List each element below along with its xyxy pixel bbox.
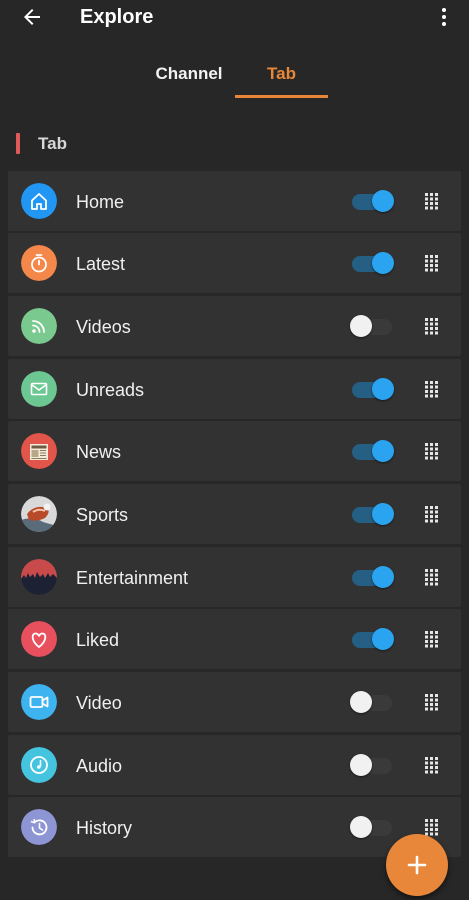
drag-handle-icon[interactable]	[422, 693, 440, 711]
list-item-label: Latest	[76, 254, 126, 274]
app-bar: Explore	[0, 0, 469, 38]
list-item-audio[interactable]: Audio	[8, 735, 461, 795]
list-item-label: Entertainment	[76, 568, 189, 588]
add-button[interactable]	[386, 834, 448, 896]
sports-photo-icon	[21, 496, 57, 532]
stopwatch-icon	[21, 245, 57, 281]
active-tab-indicator	[235, 95, 328, 98]
list-item-videos[interactable]: Videos	[8, 296, 461, 356]
list-item-label: Audio	[76, 756, 123, 776]
drag-handle-icon[interactable]	[422, 380, 440, 398]
section-label: Tab	[38, 134, 67, 153]
drag-handle-icon[interactable]	[422, 192, 440, 210]
list-item-video[interactable]: Video	[8, 672, 461, 732]
list-item-sports[interactable]: Sports	[8, 484, 461, 544]
drag-handle-icon[interactable]	[422, 756, 440, 774]
liked-toggle[interactable]	[350, 627, 394, 651]
list-item-label: Home	[76, 192, 125, 212]
list-item-label: Liked	[76, 630, 120, 650]
list-item-liked[interactable]: Liked	[8, 609, 461, 669]
more-vert-icon[interactable]	[432, 5, 456, 29]
drag-handle-icon[interactable]	[422, 254, 440, 272]
history-icon	[21, 809, 57, 845]
audio-toggle[interactable]	[350, 753, 394, 777]
video-toggle[interactable]	[350, 690, 394, 714]
latest-toggle[interactable]	[350, 251, 394, 275]
section-accent-bar	[16, 133, 20, 154]
home-toggle[interactable]	[350, 189, 394, 213]
list-item-label: Video	[76, 693, 122, 713]
tab-bar: Channel Tab	[0, 56, 469, 100]
drag-handle-icon[interactable]	[422, 818, 440, 836]
plus-icon	[407, 855, 427, 875]
rss-icon	[21, 308, 57, 344]
drag-handle-icon[interactable]	[422, 505, 440, 523]
heart-icon	[21, 621, 57, 657]
drag-handle-icon[interactable]	[422, 568, 440, 586]
videos-toggle[interactable]	[350, 314, 394, 338]
list-item-news[interactable]: News	[8, 421, 461, 481]
list-item-home[interactable]: Home	[8, 171, 461, 231]
tab-tab[interactable]: Tab	[235, 64, 328, 84]
list-item-label: History	[76, 818, 133, 838]
drag-handle-icon[interactable]	[422, 317, 440, 335]
list-item-label: Videos	[76, 317, 131, 337]
page-title: Explore	[80, 6, 154, 28]
list-item-label: News	[76, 442, 122, 462]
tab-channel[interactable]: Channel	[140, 64, 238, 84]
newspaper-icon	[21, 433, 57, 469]
list-item-label: Sports	[76, 505, 129, 525]
entertainment-toggle[interactable]	[350, 565, 394, 589]
list-item-unreads[interactable]: Unreads	[8, 359, 461, 419]
list-item-entertainment[interactable]: Entertainment	[8, 547, 461, 607]
music-disc-icon	[21, 747, 57, 783]
news-toggle[interactable]	[350, 439, 394, 463]
concert-crowd-icon	[21, 559, 57, 595]
unreads-toggle[interactable]	[350, 377, 394, 401]
list-item-latest[interactable]: Latest	[8, 233, 461, 293]
sports-toggle[interactable]	[350, 502, 394, 526]
mail-icon	[21, 371, 57, 407]
arrow-back-icon[interactable]	[20, 5, 44, 29]
videocam-icon	[21, 684, 57, 720]
drag-handle-icon[interactable]	[422, 442, 440, 460]
history-toggle[interactable]	[350, 815, 394, 839]
drag-handle-icon[interactable]	[422, 630, 440, 648]
list-item-label: Unreads	[76, 380, 145, 400]
home-icon	[21, 183, 57, 219]
